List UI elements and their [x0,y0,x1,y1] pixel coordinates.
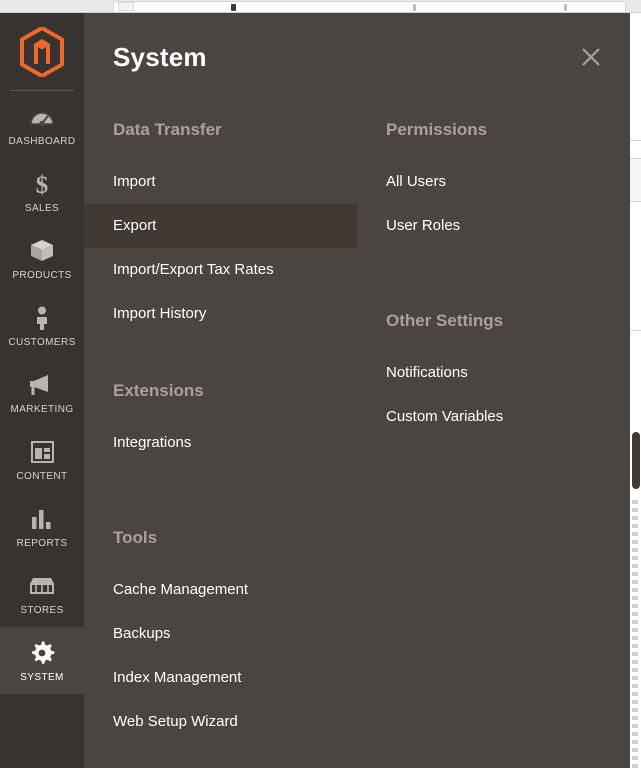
admin-sidebar: DASHBOARD $ SALES PRODUCTS [0,13,84,768]
page-title: System [113,42,207,73]
menu-group-permissions: Permissions All Users User Roles [357,119,630,248]
storefront-icon [0,573,84,599]
menu-item-backups[interactable]: Backups [84,612,357,656]
sidebar-label: SYSTEM [0,672,84,683]
toolbar-glyph-1 [231,4,236,11]
menu-item-custom-variables[interactable]: Custom Variables [357,395,630,439]
dollar-sign-icon: $ [0,171,84,197]
gear-icon [0,640,84,666]
page-scrollbar[interactable] [631,13,641,768]
panel-header: System [84,13,630,91]
sidebar-label: DASHBOARD [0,136,84,147]
sidebar-item-customers[interactable]: CUSTOMERS [0,292,84,359]
menu-item-import[interactable]: Import [84,160,357,204]
group-spacer [357,248,630,282]
menu-item-integrations[interactable]: Integrations [84,421,357,465]
menu-item-import-history[interactable]: Import History [84,292,357,336]
menu-group-data-transfer: Data Transfer Import Export Import/Expor… [84,119,357,336]
group-spacer [84,465,357,499]
group-heading: Tools [84,527,357,549]
dashboard-gauge-icon [0,104,84,130]
sidebar-label: REPORTS [0,538,84,549]
menu-column-left: Data Transfer Import Export Import/Expor… [84,91,357,744]
menu-item-user-roles[interactable]: User Roles [357,204,630,248]
sidebar-item-dashboard[interactable]: DASHBOARD [0,91,84,158]
magento-admin-screen: DASHBOARD $ SALES PRODUCTS [0,0,641,768]
sidebar-item-stores[interactable]: STORES [0,560,84,627]
sidebar-item-sales[interactable]: $ SALES [0,158,84,225]
system-menu-panel: System Data Transfer Import Export Impor… [84,13,630,768]
layout-page-icon [0,439,84,465]
sidebar-item-system[interactable]: SYSTEM [0,627,84,694]
page-scrollbar-thumb[interactable] [632,432,640,489]
group-heading: Permissions [357,119,630,141]
menu-item-cache-management[interactable]: Cache Management [84,568,357,612]
group-heading: Other Settings [357,310,630,332]
menu-group-tools: Tools Cache Management Backups Index Man… [84,527,357,744]
menu-item-notifications[interactable]: Notifications [357,351,630,395]
menu-columns: Data Transfer Import Export Import/Expor… [84,91,630,744]
group-spacer [84,336,357,352]
sidebar-label: STORES [0,605,84,616]
megaphone-icon [0,372,84,398]
toolbar-glyph-2 [413,4,416,11]
svg-text:$: $ [36,172,49,197]
group-heading: Data Transfer [84,119,357,141]
close-icon[interactable] [576,42,606,72]
sidebar-item-reports[interactable]: REPORTS [0,493,84,560]
menu-item-import-export-tax-rates[interactable]: Import/Export Tax Rates [84,248,357,292]
group-heading: Extensions [84,380,357,402]
sidebar-item-content[interactable]: CONTENT [0,426,84,493]
person-icon [0,305,84,331]
toolbar-stub-left [118,2,134,11]
sidebar-label: MARKETING [0,404,84,415]
sidebar-label: CONTENT [0,471,84,482]
menu-item-all-users[interactable]: All Users [357,160,630,204]
toolbar-glyph-3 [564,4,567,11]
magento-logo-icon[interactable] [0,13,84,90]
sidebar-label: SALES [0,203,84,214]
menu-item-index-management[interactable]: Index Management [84,656,357,700]
menu-column-right: Permissions All Users User Roles Other S… [357,91,630,744]
browser-chrome-strip [0,0,641,13]
menu-item-web-setup-wizard[interactable]: Web Setup Wizard [84,700,357,744]
sidebar-item-products[interactable]: PRODUCTS [0,225,84,292]
sidebar-label: CUSTOMERS [0,337,84,348]
box-icon [0,238,84,264]
sidebar-item-marketing[interactable]: MARKETING [0,359,84,426]
menu-item-export[interactable]: Export [84,204,357,248]
sidebar-label: PRODUCTS [0,270,84,281]
browser-toolbar-sliver [113,1,626,12]
menu-group-other-settings: Other Settings Notifications Custom Vari… [357,310,630,439]
menu-group-extensions: Extensions Integrations [84,380,357,465]
bar-chart-icon [0,506,84,532]
